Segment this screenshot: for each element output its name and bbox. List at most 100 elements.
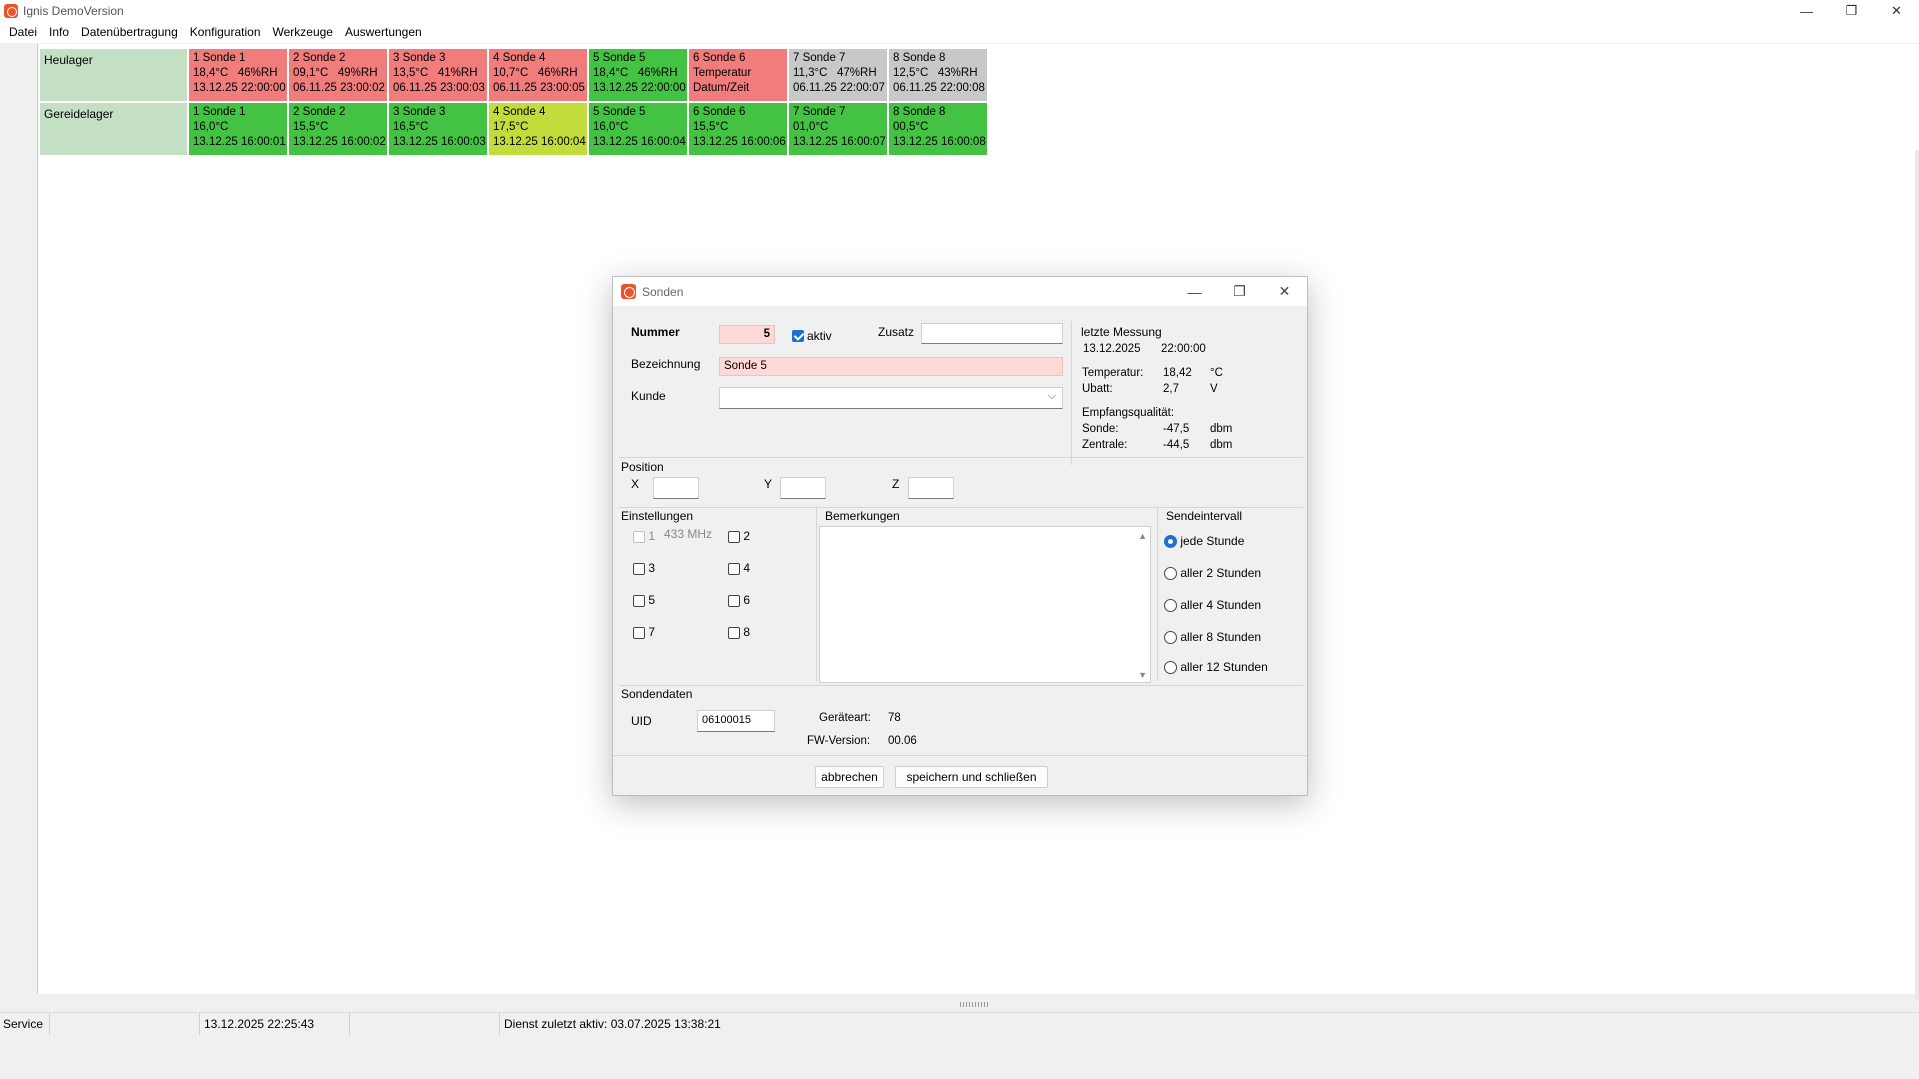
check-2[interactable]: 2 bbox=[728, 529, 750, 543]
sonde-tile[interactable]: 7 Sonde 7 01,0°C 13.12.25 16:00:07 bbox=[789, 103, 887, 155]
menu-datenuebertragung[interactable]: Datenübertragung bbox=[75, 22, 184, 43]
sondendaten-title: Sondendaten bbox=[621, 687, 693, 701]
status-empty-1 bbox=[50, 1012, 200, 1035]
check-5-label: 5 bbox=[648, 593, 656, 607]
zusatz-label: Zusatz bbox=[878, 325, 915, 339]
menu-datei[interactable]: Datei bbox=[3, 22, 43, 43]
menu-bar: Datei Info Datenübertragung Konfiguratio… bbox=[0, 22, 1919, 43]
zusatz-field[interactable] bbox=[921, 323, 1063, 344]
kunde-dropdown[interactable]: ⌵ bbox=[719, 387, 1063, 409]
sonde-tile[interactable]: 1 Sonde 1 16,0°C 13.12.25 16:00:01 bbox=[189, 103, 287, 155]
sonde-tile[interactable]: 7 Sonde 7 11,3°C 47%RH 06.11.25 22:00:07 bbox=[789, 49, 887, 101]
radio-aller-12-stunden[interactable]: aller 12 Stunden bbox=[1164, 660, 1268, 675]
y-field[interactable] bbox=[780, 477, 826, 499]
x-field[interactable] bbox=[653, 477, 699, 499]
location-label[interactable]: Heulager bbox=[40, 49, 187, 101]
aktiv-checkbox[interactable] bbox=[792, 328, 804, 342]
sendeintervall-divider bbox=[1157, 507, 1158, 681]
scroll-down-icon[interactable]: ▼ bbox=[1138, 670, 1147, 680]
sonde-tile-line: 12,5°C 43%RH bbox=[893, 67, 978, 79]
letzte-time: 22:00:00 bbox=[1161, 343, 1206, 355]
dialog-maximize-button[interactable]: ❐ bbox=[1217, 277, 1262, 306]
sonde-tile[interactable]: 8 Sonde 8 00,5°C 13.12.25 16:00:08 bbox=[889, 103, 987, 155]
radio-aller-4-stunden-label: aller 4 Stunden bbox=[1180, 598, 1262, 612]
letzte-messung-title: letzte Messung bbox=[1081, 325, 1162, 339]
radio-aller-8-stunden-label: aller 8 Stunden bbox=[1180, 630, 1262, 644]
bezeichnung-field[interactable]: Sonde 5 bbox=[719, 357, 1063, 376]
sonde-tile[interactable]: 8 Sonde 8 12,5°C 43%RH 06.11.25 22:00:08 bbox=[889, 49, 987, 101]
dialog-app-icon bbox=[621, 284, 636, 299]
radio-aller-2-stunden[interactable]: aller 2 Stunden bbox=[1164, 566, 1261, 581]
menu-konfiguration[interactable]: Konfiguration bbox=[184, 22, 267, 43]
check-4-label: 4 bbox=[743, 561, 751, 575]
zentrale-quality-label: Zentrale: bbox=[1082, 439, 1128, 451]
bemerkungen-textarea[interactable]: ▲ ▼ bbox=[819, 526, 1151, 683]
radio-aller-4-stunden[interactable]: aller 4 Stunden bbox=[1164, 598, 1262, 613]
sonde-tile-line: 3 Sonde 3 bbox=[393, 106, 446, 118]
check-4[interactable]: 4 bbox=[728, 561, 750, 575]
sonde-tile[interactable]: 2 Sonde 2 15,5°C 13.12.25 16:00:02 bbox=[289, 103, 387, 155]
sonde-tile[interactable]: 1 Sonde 1 18,4°C 46%RH 13.12.25 22:00:00 bbox=[189, 49, 287, 101]
z-field[interactable] bbox=[908, 477, 954, 499]
ubatt-label: Ubatt: bbox=[1082, 383, 1113, 395]
letzte-date: 13.12.2025 bbox=[1083, 343, 1141, 355]
sonde-tile-line: 4 Sonde 4 bbox=[493, 106, 546, 118]
sonde-tile-line: 5 Sonde 5 bbox=[593, 106, 646, 118]
sonde-tile-line: 4 Sonde 4 bbox=[493, 52, 546, 64]
status-empty-2 bbox=[350, 1012, 500, 1035]
sonde-tile-line: 06.11.25 22:00:08 bbox=[893, 82, 985, 94]
temp-value: 18,42 bbox=[1163, 367, 1192, 379]
cancel-button[interactable]: abbrechen bbox=[815, 766, 884, 788]
title-bar: Ignis DemoVersion — ❐ ✕ bbox=[0, 0, 1919, 22]
nummer-field[interactable]: 5 bbox=[719, 325, 775, 344]
sonde-tile-line: 18,4°C 46%RH bbox=[193, 67, 278, 79]
sonde-tile[interactable]: 3 Sonde 3 16,5°C 13.12.25 16:00:03 bbox=[389, 103, 487, 155]
geraeteart-label: Geräteart: bbox=[819, 712, 871, 724]
uid-field[interactable]: 06100015 bbox=[697, 710, 775, 732]
sonde-tile-line: 16,0°C bbox=[193, 121, 229, 133]
menu-auswertungen[interactable]: Auswertungen bbox=[339, 22, 428, 43]
menu-werkzeuge[interactable]: Werkzeuge bbox=[267, 22, 339, 43]
sonde-tile[interactable]: 5 Sonde 5 16,0°C 13.12.25 16:00:04 bbox=[589, 103, 687, 155]
check-3[interactable]: 3 bbox=[633, 561, 655, 575]
maximize-button[interactable]: ❐ bbox=[1829, 0, 1874, 22]
check-7-label: 7 bbox=[648, 625, 656, 639]
sonde-tile[interactable]: 4 Sonde 4 10,7°C 46%RH 06.11.25 23:00:05 bbox=[489, 49, 587, 101]
radio-aller-8-stunden[interactable]: aller 8 Stunden bbox=[1164, 630, 1262, 645]
dialog-title: Sonden bbox=[642, 284, 684, 299]
check-8[interactable]: 8 bbox=[728, 625, 750, 639]
ubatt-unit: V bbox=[1210, 383, 1218, 395]
check-7[interactable]: 7 bbox=[633, 625, 655, 639]
sonde-tile[interactable]: 2 Sonde 2 09,1°C 49%RH 06.11.25 23:00:02 bbox=[289, 49, 387, 101]
status-service-info: Dienst zuletzt aktiv: 03.07.2025 13:38:2… bbox=[504, 1016, 721, 1031]
splitter-handle[interactable] bbox=[960, 1002, 990, 1007]
location-label[interactable]: Gereidelager bbox=[40, 103, 187, 155]
sonde-tile-line: 6 Sonde 6 bbox=[693, 52, 746, 64]
sonde-tile-line: 13.12.25 16:00:07 bbox=[793, 136, 886, 148]
close-button[interactable]: ✕ bbox=[1874, 0, 1919, 22]
position-title: Position bbox=[621, 460, 664, 474]
menu-info[interactable]: Info bbox=[43, 22, 75, 43]
chevron-down-icon: ⌵ bbox=[1047, 390, 1056, 402]
minimize-button[interactable]: — bbox=[1784, 0, 1829, 22]
save-and-close-button[interactable]: speichern und schließen bbox=[895, 766, 1048, 788]
sonde-tile[interactable]: 3 Sonde 3 13,5°C 41%RH 06.11.25 23:00:03 bbox=[389, 49, 487, 101]
aktiv-label: aktiv bbox=[807, 329, 832, 343]
radio-jede-stunde[interactable]: jede Stunde bbox=[1164, 534, 1244, 549]
check-5[interactable]: 5 bbox=[633, 593, 655, 607]
sonde-tile[interactable]: 6 Sonde 6 Temperatur Datum/Zeit bbox=[689, 49, 787, 101]
nummer-label: Nummer bbox=[631, 325, 680, 339]
sonde-tile[interactable]: 5 Sonde 5 18,4°C 46%RH 13.12.25 22:00:00 bbox=[589, 49, 687, 101]
sonde-tile[interactable]: 6 Sonde 6 15,5°C 13.12.25 16:00:06 bbox=[689, 103, 787, 155]
temp-label: Temperatur: bbox=[1082, 367, 1144, 379]
sonde-tile-line: 13.12.25 16:00:02 bbox=[293, 136, 386, 148]
check-6[interactable]: 6 bbox=[728, 593, 750, 607]
empfang-label: Empfangsqualität: bbox=[1082, 407, 1175, 419]
vertical-scrollbar[interactable] bbox=[1915, 150, 1919, 1000]
fw-version-label: FW-Version: bbox=[807, 735, 871, 747]
dialog-minimize-button[interactable]: — bbox=[1172, 277, 1217, 306]
sonde-tile[interactable]: 4 Sonde 4 17,5°C 13.12.25 16:00:04 bbox=[489, 103, 587, 155]
z-label: Z bbox=[892, 477, 900, 491]
dialog-close-button[interactable]: ✕ bbox=[1262, 277, 1307, 306]
scroll-up-icon[interactable]: ▲ bbox=[1138, 531, 1147, 541]
